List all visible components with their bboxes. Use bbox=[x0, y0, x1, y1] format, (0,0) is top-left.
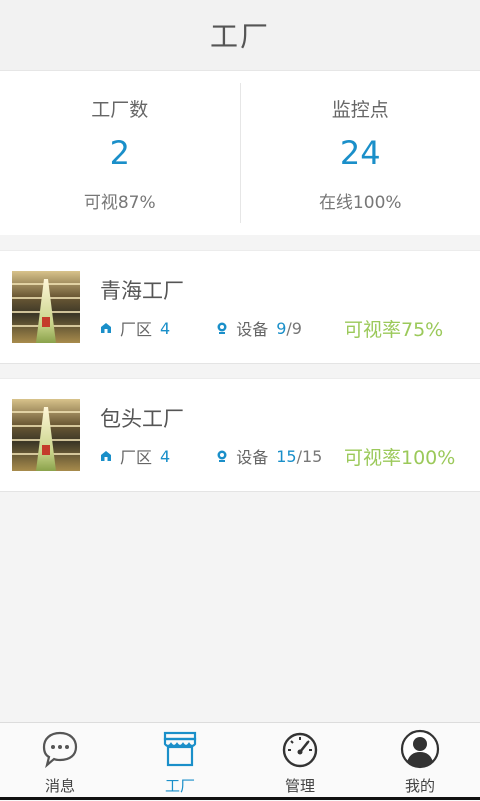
device-total: 15 bbox=[302, 447, 322, 466]
tab-factory[interactable]: 工厂 bbox=[120, 723, 240, 801]
zone-count: 4 bbox=[160, 319, 170, 338]
stat-value: 2 bbox=[110, 134, 130, 172]
stat-label: 工厂数 bbox=[91, 95, 148, 122]
bottom-tab-bar: 消息 工厂 管理 我的 bbox=[0, 722, 480, 801]
home-icon bbox=[100, 322, 112, 334]
summary-panel: 工厂数 2 可视87% 监控点 24 在线100% bbox=[0, 71, 480, 235]
monitor-point-stat[interactable]: 监控点 24 在线100% bbox=[240, 83, 480, 223]
device-total: 9 bbox=[292, 319, 302, 338]
stat-subtext: 可视87% bbox=[84, 188, 156, 213]
tab-label: 工厂 bbox=[165, 775, 195, 796]
chat-bubble-icon bbox=[40, 729, 80, 769]
factory-thumbnail bbox=[12, 271, 80, 343]
tab-management[interactable]: 管理 bbox=[240, 723, 360, 801]
camera-icon bbox=[216, 322, 228, 334]
device-online: 9 bbox=[276, 319, 286, 338]
user-avatar-icon bbox=[400, 729, 440, 769]
zone-label: 厂区 bbox=[120, 316, 152, 340]
tab-label: 管理 bbox=[285, 775, 315, 796]
tab-messages[interactable]: 消息 bbox=[0, 723, 120, 801]
factory-card[interactable]: 青海工厂 厂区 4 设备 9 / 9 可视率75% bbox=[0, 250, 480, 364]
zone-info: 厂区 4 bbox=[100, 316, 170, 340]
stat-subtext: 在线100% bbox=[319, 188, 402, 213]
top-bar: 工厂 bbox=[0, 0, 480, 71]
zone-count: 4 bbox=[160, 447, 170, 466]
visibility-rate: 可视率100% bbox=[344, 443, 455, 470]
zone-label: 厂区 bbox=[120, 444, 152, 468]
page-title: 工厂 bbox=[210, 15, 270, 55]
tab-label: 我的 bbox=[405, 775, 435, 796]
device-label: 设备 bbox=[236, 444, 268, 468]
device-info: 设备 9 / 9 bbox=[216, 316, 302, 340]
device-online: 15 bbox=[276, 447, 296, 466]
device-info: 设备 15 / 15 bbox=[216, 444, 322, 468]
factory-meta: 厂区 4 设备 9 / 9 bbox=[100, 316, 302, 340]
factory-card[interactable]: 包头工厂 厂区 4 设备 15 / 15 可视率100% bbox=[0, 378, 480, 492]
tab-mine[interactable]: 我的 bbox=[360, 723, 480, 801]
tab-label: 消息 bbox=[45, 775, 75, 796]
camera-icon bbox=[216, 450, 228, 462]
factory-thumbnail bbox=[12, 399, 80, 471]
stat-value: 24 bbox=[340, 134, 381, 172]
stat-label: 监控点 bbox=[332, 95, 389, 122]
factory-count-stat[interactable]: 工厂数 2 可视87% bbox=[0, 71, 240, 235]
store-icon bbox=[160, 729, 200, 769]
factory-meta: 厂区 4 设备 15 / 15 bbox=[100, 444, 322, 468]
factory-name: 包头工厂 bbox=[100, 403, 184, 433]
factory-name: 青海工厂 bbox=[100, 275, 184, 305]
visibility-rate: 可视率75% bbox=[344, 315, 443, 342]
device-label: 设备 bbox=[236, 316, 268, 340]
home-icon bbox=[100, 450, 112, 462]
speedometer-icon bbox=[280, 729, 320, 769]
zone-info: 厂区 4 bbox=[100, 444, 170, 468]
